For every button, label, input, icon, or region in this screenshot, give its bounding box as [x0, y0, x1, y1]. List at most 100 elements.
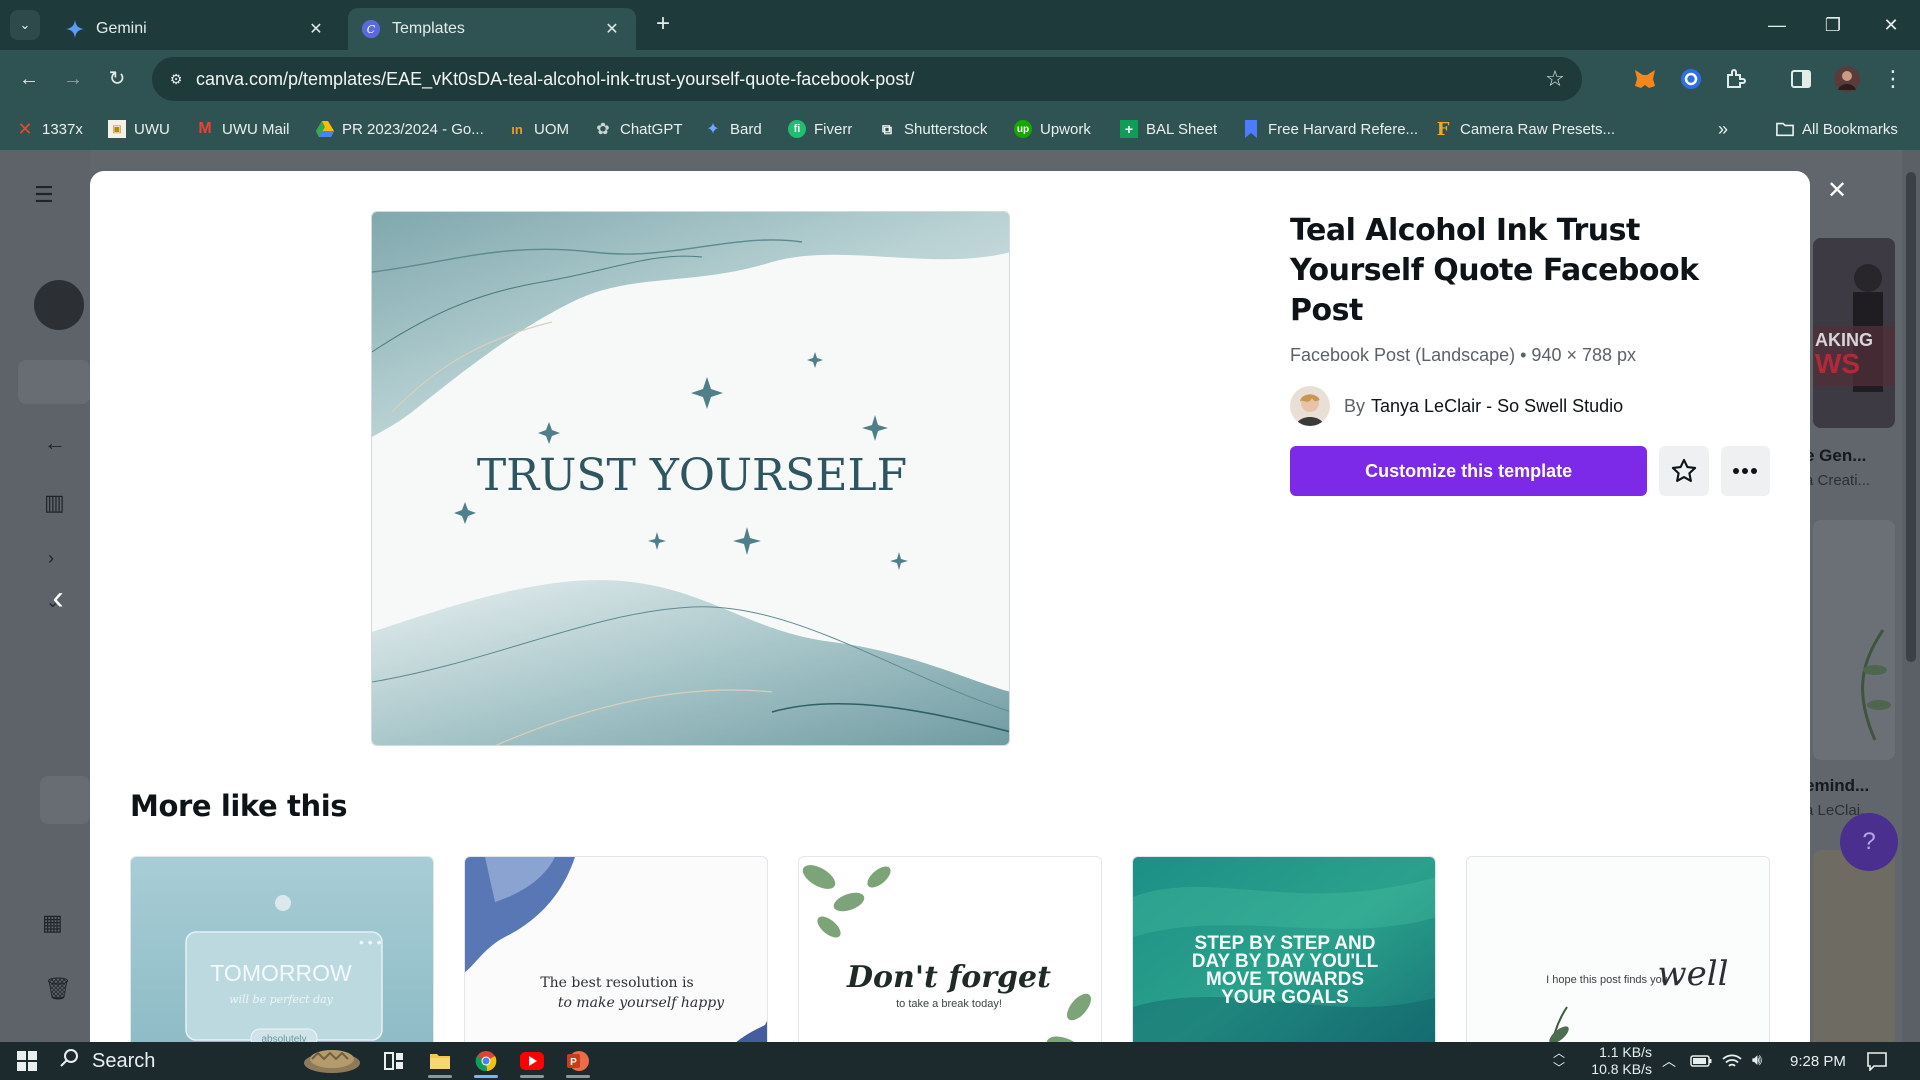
- author-row[interactable]: By Tanya LeClair - So Swell Studio: [1290, 386, 1770, 426]
- page-scrollbar[interactable]: [1902, 150, 1920, 1042]
- bookmark-label: Camera Raw Presets...: [1460, 120, 1616, 138]
- network-speed-widget[interactable]: 1.1 KB/s 10.8 KB/s: [1580, 1042, 1652, 1080]
- site-info-icon[interactable]: ⚙: [166, 69, 186, 89]
- chrome-menu-icon[interactable]: ⋮: [1878, 64, 1908, 94]
- bookmarks-bar: ✕ 1337x ▣ UWU M UWU Mail PR 2023/2024 - Go.…: [0, 108, 1920, 150]
- canva-logo-icon: C: [362, 20, 380, 38]
- battery-icon[interactable]: [1690, 1042, 1712, 1080]
- bookmark-uom[interactable]: ın UOM: [508, 117, 569, 141]
- trash-icon[interactable]: 🗑︎: [44, 976, 72, 1002]
- related-template-card[interactable]: Don't forget to take a break today!: [798, 856, 1102, 1071]
- building-icon[interactable]: ▦: [42, 910, 63, 936]
- bookmark-harvard[interactable]: Free Harvard Refere...: [1242, 117, 1418, 141]
- bookmark-shutterstock[interactable]: ⧉ Shutterstock: [878, 117, 987, 141]
- author-name-link[interactable]: Tanya LeClair - So Swell Studio: [1371, 396, 1623, 417]
- background-thumbnail[interactable]: [1813, 850, 1895, 1042]
- youtube-icon: [520, 1052, 544, 1070]
- template-title: Teal Alcohol Ink Trust Yourself Quote Fa…: [1290, 213, 1699, 328]
- close-icon: ✕: [1826, 177, 1848, 204]
- sidebar-search-box[interactable]: [18, 360, 90, 404]
- clock[interactable]: 9:28 PM: [1790, 1042, 1846, 1080]
- url-text[interactable]: canva.com/p/templates/EAE_vKt0sDA-teal-a…: [196, 69, 914, 90]
- bookmark-uwu-mail[interactable]: M UWU Mail: [196, 117, 289, 141]
- start-button[interactable]: [8, 1042, 46, 1080]
- show-hidden-icons-button[interactable]: ︿: [1662, 1042, 1676, 1080]
- wifi-icon[interactable]: [1722, 1042, 1742, 1080]
- more-options-button[interactable]: [1720, 446, 1770, 496]
- close-icon[interactable]: ✕: [602, 19, 622, 39]
- bookmark-chatgpt[interactable]: ✿ ChatGPT: [594, 117, 682, 141]
- powerpoint-taskbar-button[interactable]: P: [558, 1042, 598, 1080]
- bookmark-1337x[interactable]: ✕ 1337x: [16, 117, 82, 141]
- author-avatar[interactable]: [1290, 386, 1330, 426]
- address-bar[interactable]: ⚙ canva.com/p/templates/EAE_vKt0sDA-teal…: [152, 57, 1582, 101]
- background-text: WS: [1815, 348, 1861, 379]
- gmail-icon: M: [198, 120, 212, 137]
- avatar[interactable]: [34, 280, 84, 330]
- related-template-card[interactable]: I hope this post finds you well: [1466, 856, 1770, 1071]
- tab-templates[interactable]: C Templates ✕: [348, 8, 636, 50]
- minimize-button[interactable]: —: [1762, 10, 1792, 40]
- customize-template-button[interactable]: Customize this template: [1290, 446, 1648, 496]
- previous-template-button[interactable]: ‹: [40, 580, 76, 616]
- youtube-taskbar-button[interactable]: [512, 1042, 552, 1080]
- chrome-taskbar-button[interactable]: [466, 1042, 506, 1080]
- task-view-button[interactable]: [374, 1042, 414, 1080]
- related-template-card[interactable]: STEP BY STEP AND DAY BY DAY YOU'LL MOVE …: [1132, 856, 1436, 1071]
- layout-icon[interactable]: ▥: [44, 490, 65, 516]
- close-modal-button[interactable]: ✕: [1818, 172, 1856, 210]
- extension-circle-icon[interactable]: [1676, 64, 1706, 94]
- bookmark-bal-sheet[interactable]: + BAL Sheet: [1120, 117, 1217, 141]
- svg-text:• • •: • • •: [359, 934, 382, 950]
- bookmark-camera-raw[interactable]: F Camera Raw Presets...: [1434, 117, 1615, 141]
- bookmark-pr-2023[interactable]: PR 2023/2024 - Go...: [316, 117, 484, 141]
- metamask-extension-icon[interactable]: [1630, 64, 1660, 94]
- bookmark-label: UOM: [534, 120, 569, 138]
- related-template-card[interactable]: TOMORROW will be perfect day absolutely …: [130, 856, 434, 1071]
- bookmark-fiverr[interactable]: fi Fiverr: [788, 117, 852, 141]
- fiverr-icon: fi: [788, 120, 806, 138]
- svg-text:I hope this post finds you: I hope this post finds you: [1546, 974, 1668, 986]
- bookmark-upwork[interactable]: up Upwork: [1014, 117, 1091, 141]
- hamburger-menu-icon[interactable]: ☰: [34, 182, 54, 208]
- reload-button[interactable]: ↻: [102, 64, 132, 94]
- profile-avatar[interactable]: [1832, 64, 1862, 94]
- sidebar-selected-item[interactable]: [40, 776, 90, 824]
- scrollbar-thumb[interactable]: [1906, 172, 1916, 662]
- svg-text:The best resolution is: The best resolution is: [540, 975, 693, 991]
- chevron-right-icon[interactable]: ›: [48, 548, 54, 569]
- bookmark-label: Fiverr: [814, 120, 853, 138]
- tab-search-button[interactable]: ⌄: [10, 10, 40, 40]
- svg-text:C: C: [367, 23, 376, 36]
- taskbar-search[interactable]: Search: [52, 1042, 364, 1080]
- help-button[interactable]: ?: [1840, 813, 1898, 871]
- bookmark-label: UWU: [134, 120, 170, 138]
- file-explorer-button[interactable]: [420, 1042, 460, 1080]
- new-tab-button[interactable]: +: [650, 12, 676, 38]
- back-button[interactable]: ←: [14, 64, 44, 94]
- window-close-button[interactable]: ✕: [1876, 10, 1906, 40]
- chatgpt-icon: ✿: [596, 121, 610, 138]
- background-thumbnail[interactable]: AKING WS: [1813, 238, 1895, 428]
- side-panel-icon[interactable]: [1786, 64, 1816, 94]
- arrow-left-icon[interactable]: ←: [44, 430, 66, 456]
- network-download-speed: 10.8 KB/s: [1591, 1061, 1652, 1077]
- all-bookmarks-button[interactable]: All Bookmarks: [1776, 117, 1898, 141]
- restore-button[interactable]: ❐: [1818, 10, 1848, 40]
- related-template-card[interactable]: The best resolution is to make yourself …: [464, 856, 768, 1071]
- bookmark-star-icon[interactable]: ☆: [1542, 66, 1568, 92]
- bookmarks-overflow-icon[interactable]: »: [1718, 117, 1728, 141]
- bookmark-label: BAL Sheet: [1146, 120, 1218, 138]
- favorite-button[interactable]: [1659, 446, 1709, 496]
- extensions-puzzle-icon[interactable]: [1720, 64, 1750, 94]
- bookmark-bard[interactable]: ✦ Bard: [704, 117, 761, 141]
- bookmark-label: PR 2023/2024 - Go...: [342, 120, 484, 138]
- forward-button[interactable]: →: [58, 64, 88, 94]
- notifications-icon[interactable]: [1866, 1042, 1888, 1080]
- template-preview-image[interactable]: TRUST YOURSELF: [371, 211, 1010, 746]
- volume-icon[interactable]: 🔊︎: [1752, 1042, 1762, 1080]
- background-thumbnail[interactable]: [1813, 520, 1895, 760]
- tab-gemini[interactable]: Gemini ✕: [52, 8, 340, 50]
- close-icon[interactable]: ✕: [306, 19, 326, 39]
- bookmark-uwu[interactable]: ▣ UWU: [108, 117, 170, 141]
